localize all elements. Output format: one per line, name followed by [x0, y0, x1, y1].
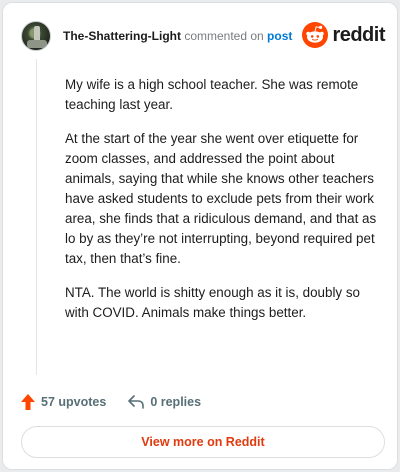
reddit-wordmark: reddit	[332, 23, 385, 46]
username-link[interactable]: The-Shattering-Light	[63, 29, 181, 43]
comment-header: The-Shattering-Light commented on post r…	[21, 19, 385, 53]
action-text: commented on	[180, 29, 268, 43]
comment-actions: 57 upvotes 0 replies	[21, 392, 223, 412]
upvote-arrow-icon	[21, 394, 35, 410]
post-link[interactable]: post	[267, 29, 292, 43]
comment-embed-card: The-Shattering-Light commented on post r…	[2, 2, 398, 470]
reply-arrow-icon	[128, 395, 145, 409]
comment-paragraph: NTA. The world is shitty enough as it is…	[65, 285, 360, 320]
reddit-logo[interactable]: reddit	[302, 22, 385, 48]
comment-paragraph: My wife is a high school teacher. She wa…	[65, 77, 359, 112]
upvote-count: 57 upvotes	[41, 395, 107, 409]
comment-meta: The-Shattering-Light commented on post	[63, 28, 292, 44]
reply-count: 0 replies	[150, 395, 202, 409]
view-more-button[interactable]: View more on Reddit	[21, 426, 385, 458]
user-avatar[interactable]	[21, 21, 51, 51]
comment-body: My wife is a high school teacher. She wa…	[65, 75, 383, 337]
upvote-button[interactable]: 57 upvotes	[21, 394, 106, 410]
avatar-base-shape	[27, 40, 47, 48]
comment-paragraph: At the start of the year she went over e…	[65, 131, 377, 266]
reddit-alien-icon	[302, 22, 329, 48]
thread-line	[36, 59, 37, 375]
reply-button[interactable]: 0 replies	[128, 395, 201, 409]
